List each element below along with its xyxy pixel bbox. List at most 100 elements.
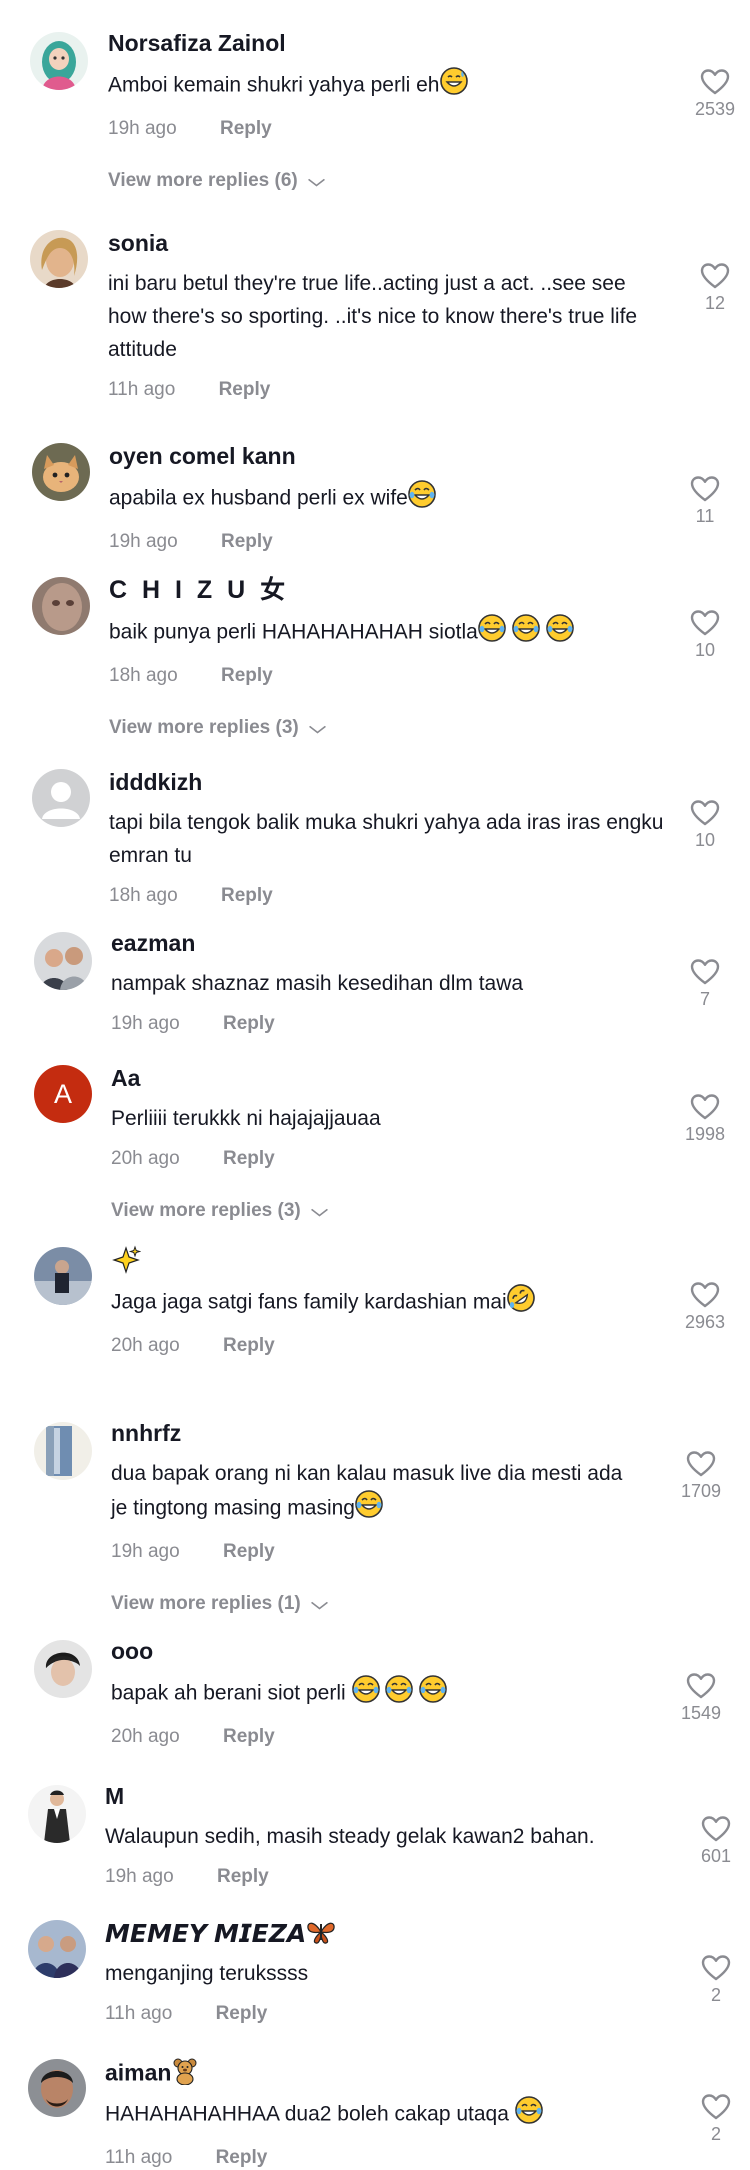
tears-of-joy-emoji-icon	[419, 1675, 447, 1713]
tears-of-joy-emoji-icon	[408, 480, 436, 518]
avatar[interactable]	[34, 1247, 92, 1305]
username[interactable]: idddkizh	[109, 767, 669, 797]
view-more-replies-label: View more replies (1)	[111, 1593, 301, 1614]
reply-button[interactable]: Reply	[217, 1866, 269, 1887]
view-more-replies-button[interactable]: View more replies (1) ⌵	[111, 1592, 671, 1616]
view-more-replies-button[interactable]: View more replies (3) ⌵	[111, 1199, 671, 1223]
like-button[interactable]: 10	[680, 799, 730, 851]
username[interactable]: Aa	[111, 1063, 671, 1093]
reply-button[interactable]: Reply	[220, 118, 272, 139]
comment-text: Jaga jaga satgi fans family kardashian m…	[111, 1284, 671, 1322]
avatar[interactable]	[34, 1640, 92, 1698]
like-button[interactable]: 1998	[680, 1093, 730, 1145]
comment-meta: 19h ago Reply	[111, 1012, 671, 1036]
like-button[interactable]: 11	[680, 475, 730, 527]
heart-outline-icon	[700, 69, 730, 95]
avatar[interactable]	[30, 230, 88, 288]
like-button[interactable]: 2963	[680, 1281, 730, 1333]
heart-outline-icon	[690, 800, 720, 826]
avatar[interactable]	[34, 932, 92, 990]
heart-outline-icon	[690, 1282, 720, 1308]
view-more-replies-button[interactable]: View more replies (3) ⌵	[109, 716, 669, 740]
like-count: 12	[704, 293, 726, 313]
avatar[interactable]	[28, 1920, 86, 1978]
like-button[interactable]: 10	[680, 609, 730, 661]
username[interactable]	[111, 1245, 671, 1275]
butterfly-emoji-icon	[306, 1918, 336, 1953]
like-button[interactable]: 2	[691, 2093, 741, 2145]
avatar[interactable]	[30, 32, 88, 90]
comment-time: 18h ago	[109, 665, 178, 686]
reply-button[interactable]: Reply	[223, 1541, 275, 1562]
heart-outline-icon	[690, 1094, 720, 1120]
reply-button[interactable]: Reply	[223, 1013, 275, 1034]
like-button[interactable]: 7	[680, 958, 730, 1010]
comment-text: nampak shaznaz masih kesedihan dlm tawa	[111, 967, 671, 1000]
grin-sweat-emoji-icon	[439, 67, 468, 105]
avatar-photo-icon	[28, 1785, 86, 1843]
default-avatar-icon	[32, 769, 90, 827]
like-button[interactable]: 1549	[676, 1672, 726, 1724]
reply-button[interactable]: Reply	[223, 1335, 275, 1356]
comment-text-content: Amboi kemain shukri yahya perli eh	[108, 73, 440, 97]
username[interactable]: C H I Z U 女	[109, 575, 669, 605]
heart-outline-icon	[686, 1673, 716, 1699]
reply-button[interactable]: Reply	[216, 2003, 268, 2024]
rofl-emoji-icon	[506, 1284, 535, 1322]
tears-of-joy-emoji-icon	[351, 1675, 380, 1713]
comment-time: 11h ago	[108, 379, 176, 400]
username[interactable]: eazman	[111, 928, 671, 958]
username[interactable]: Norsafiza Zainol	[108, 28, 668, 58]
chevron-down-icon: ⌵	[308, 718, 326, 737]
reply-button[interactable]: Reply	[219, 379, 271, 400]
view-more-replies-button[interactable]: View more replies (6) ⌵	[108, 169, 668, 193]
like-button[interactable]: 1709	[676, 1450, 726, 1502]
like-button[interactable]: 2	[691, 1954, 741, 2006]
tears-of-joy-emoji-icon	[355, 1490, 383, 1528]
tears-of-joy-emoji-icon	[514, 2096, 543, 2134]
comment-time: 19h ago	[111, 1541, 180, 1562]
reply-button[interactable]: Reply	[216, 2147, 268, 2168]
like-button[interactable]: 12	[690, 262, 740, 314]
username[interactable]: M	[105, 1781, 665, 1811]
avatar-photo-icon	[34, 1247, 92, 1305]
heart-outline-icon	[686, 1451, 716, 1477]
username[interactable]: oyen comel kann	[109, 441, 669, 471]
heart-outline-icon	[701, 2094, 731, 2120]
avatar[interactable]	[32, 769, 90, 827]
like-button[interactable]: 2539	[690, 68, 740, 120]
reply-button[interactable]: Reply	[221, 531, 273, 552]
avatar-photo-icon	[34, 1422, 92, 1480]
username[interactable]: sonia	[108, 228, 668, 258]
comment-text: HAHAHAHAHHAA dua2 boleh cakap utaqa	[105, 2096, 665, 2134]
avatar[interactable]	[34, 1422, 92, 1480]
avatar-letter: A	[53, 1078, 72, 1109]
view-more-replies-label: View more replies (3)	[111, 1200, 301, 1221]
avatar[interactable]	[32, 577, 90, 635]
comment-time: 11h ago	[105, 2003, 173, 2024]
comment-text: dua bapak orang ni kan kalau masuk live …	[111, 1457, 641, 1528]
avatar[interactable]	[28, 2059, 86, 2117]
username[interactable]: nnhrfz	[111, 1418, 671, 1448]
username[interactable]: aiman	[105, 2057, 665, 2087]
like-count: 2539	[694, 99, 736, 119]
heart-outline-icon	[701, 1955, 731, 1981]
reply-button[interactable]: Reply	[221, 885, 273, 906]
comment-text: Amboi kemain shukri yahya perli eh	[108, 67, 668, 105]
avatar-photo-icon	[30, 230, 88, 288]
heart-outline-icon	[690, 959, 720, 985]
username[interactable]: ooo	[111, 1636, 671, 1666]
reply-button[interactable]: Reply	[223, 1726, 275, 1747]
reply-button[interactable]: Reply	[223, 1148, 275, 1169]
username[interactable]: 𝙈𝙀𝙈𝙀𝙔 𝙈𝙄𝙀𝙕𝘼	[105, 1918, 665, 1948]
avatar[interactable]	[28, 1785, 86, 1843]
avatar[interactable]: A	[34, 1065, 92, 1123]
like-button[interactable]: 601	[691, 1815, 741, 1867]
heart-outline-icon	[701, 1816, 731, 1842]
comment-time: 20h ago	[111, 1148, 180, 1169]
like-count: 601	[700, 1846, 732, 1866]
reply-button[interactable]: Reply	[221, 665, 273, 686]
avatar[interactable]	[32, 443, 90, 501]
comment-text: ini baru betul they're true life..acting…	[108, 267, 668, 366]
comment-meta: 18h ago Reply	[109, 884, 669, 908]
